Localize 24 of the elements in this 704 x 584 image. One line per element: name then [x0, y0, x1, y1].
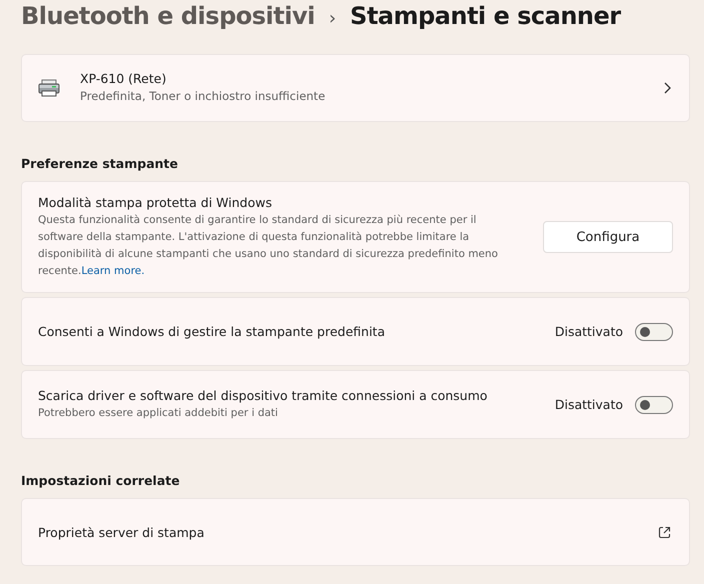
toggle-switch[interactable]	[635, 396, 673, 414]
setting-title: Scarica driver e software del dispositivo tramite connessioni a consumo	[38, 388, 488, 402]
section-heading: Preferenze stampante	[21, 156, 179, 171]
learn-more-link[interactable]: Learn more.	[81, 264, 145, 276]
printer-icon	[38, 79, 60, 97]
toggle-state-label: Disattivato	[554, 324, 623, 339]
printer-name: XP-610 (Rete)	[80, 71, 168, 86]
external-link-icon	[658, 526, 671, 538]
breadcrumb-link[interactable]: Bluetooth e dispositivi	[21, 2, 315, 30]
setting-title: Proprietà server di stampa	[38, 524, 206, 540]
section-heading: Impostazioni correlate	[21, 473, 181, 488]
page-title: Stampanti e scanner	[350, 2, 621, 30]
toggle-switch[interactable]	[635, 322, 673, 340]
setting-title: Modalità stampa protetta di Windows	[38, 194, 273, 210]
setting-title: Consenti a Windows di gestire la stampante predefinita	[38, 324, 386, 339]
printer-card[interactable]: XP-610 (Rete) Predefinita, Toner o inchiostro insufficiente	[21, 54, 690, 122]
setting-description: Potrebbero essere applicati addebiti per i dati	[38, 406, 279, 420]
breadcrumb-separator: ›	[328, 8, 336, 29]
printer-status: Predefinita, Toner o inchiostro insufficiente	[80, 88, 326, 105]
chevron-right-icon	[663, 82, 671, 94]
configure-button[interactable]: Configura	[543, 221, 673, 253]
setting-card[interactable]: Proprietà server di stampa	[21, 498, 690, 566]
toggle-state-label: Disattivato	[554, 397, 623, 412]
setting-description: Questa funzionalità consente di garantire lo standard di sicurezza più recente per il software della stampante. L'attivazione di questa funzionalità potrebbe limitare la disponibilità di alcune stampanti che usano uno standard di sicurezza predefinito meno recente.Learn more.	[38, 212, 499, 278]
